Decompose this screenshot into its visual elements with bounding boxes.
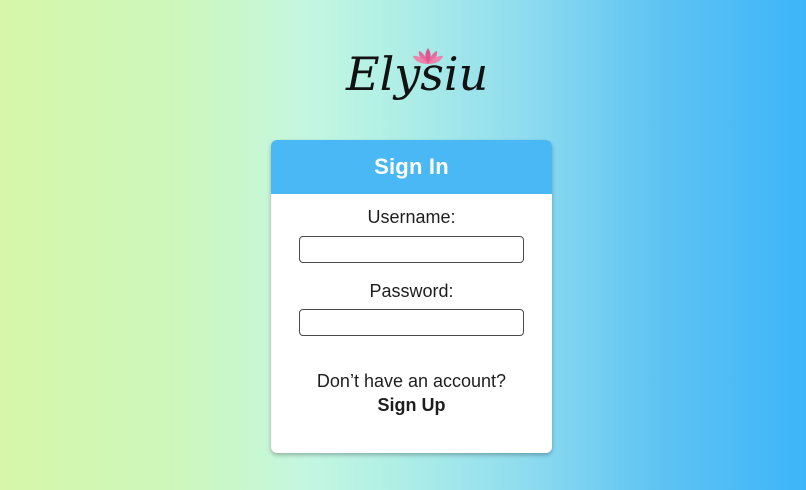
username-input[interactable] — [299, 236, 524, 263]
password-label: Password: — [369, 281, 454, 301]
no-account-text: Don’t have an account? — [316, 371, 507, 391]
password-input[interactable] — [299, 309, 524, 336]
username-label: Username: — [367, 207, 456, 227]
signin-title: Sign In — [271, 140, 552, 194]
brand-logo-text: Elysium — [345, 47, 490, 101]
signup-link[interactable]: Sign Up — [271, 395, 552, 416]
signin-card: Sign In Username: Password: Don’t have a… — [271, 140, 552, 453]
brand-logo: Elysium — [340, 30, 490, 112]
